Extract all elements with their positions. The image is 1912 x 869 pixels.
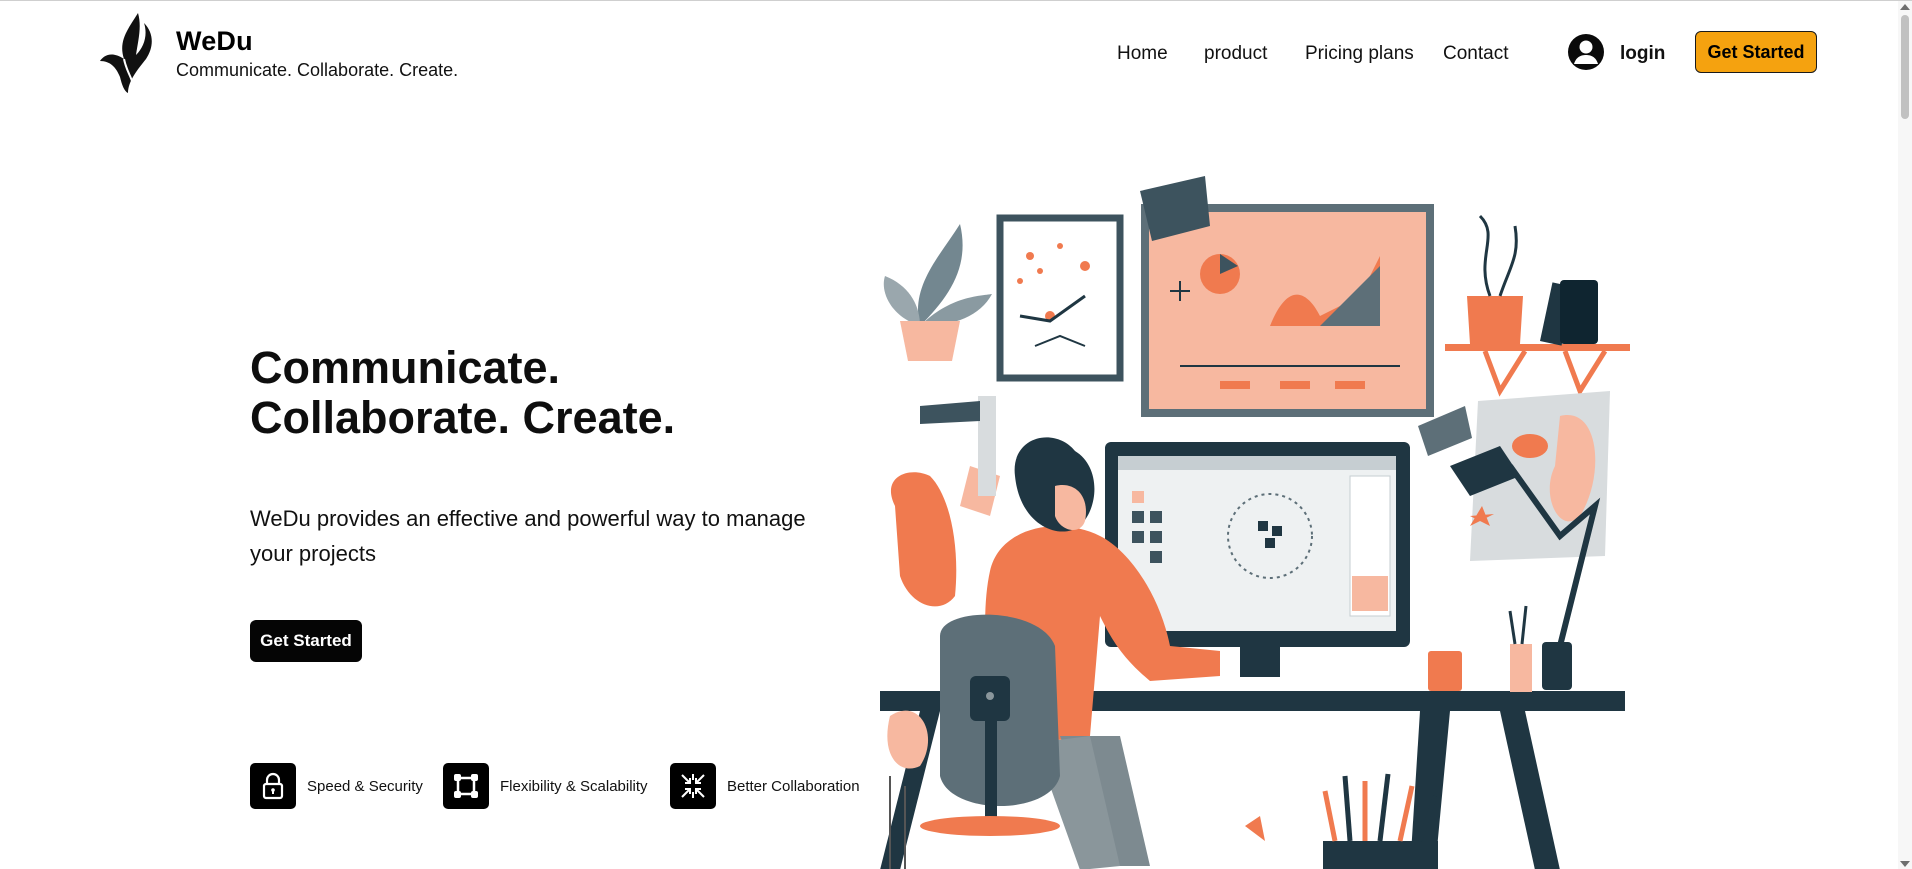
- collapse-arrows-icon: [670, 763, 716, 809]
- nav-product-link[interactable]: product: [1204, 43, 1267, 65]
- feature-better-collaboration: Better Collaboration: [670, 763, 860, 809]
- hero-subtitle: WeDu provides an effective and powerful …: [250, 506, 806, 566]
- nav-home-link[interactable]: Home: [1117, 43, 1168, 65]
- header-get-started-button[interactable]: Get Started: [1695, 31, 1817, 73]
- scroll-up-arrow-icon[interactable]: [1900, 4, 1910, 10]
- brand-tagline: Communicate. Collaborate. Create.: [176, 60, 459, 80]
- feature-flexibility-scalability: Flexibility & Scalability: [443, 763, 648, 809]
- feature-label: Flexibility & Scalability: [500, 777, 648, 795]
- designer-at-desk-illustration: [880, 176, 1630, 869]
- hero-title-line-1: Communicate.: [250, 342, 561, 393]
- page-scrollbar[interactable]: [1898, 1, 1912, 869]
- frame-icon: [443, 763, 489, 809]
- hero-get-started-button[interactable]: Get Started: [250, 620, 362, 662]
- hero-title-line-2: Collaborate. Create.: [250, 392, 676, 443]
- feature-label: Speed & Security: [307, 777, 423, 795]
- feature-label: Better Collaboration: [727, 777, 860, 795]
- nav-contact-link[interactable]: Contact: [1443, 43, 1508, 65]
- hero-title: Communicate. Collaborate. Create.: [250, 343, 675, 443]
- lock-icon: [250, 763, 296, 809]
- feature-speed-security: Speed & Security: [250, 763, 423, 809]
- scroll-down-arrow-icon[interactable]: [1900, 861, 1910, 867]
- flame-logo-icon[interactable]: [98, 11, 156, 93]
- user-circle-icon[interactable]: [1567, 33, 1605, 71]
- login-link[interactable]: login: [1620, 43, 1665, 65]
- brand-name[interactable]: WeDu: [176, 26, 253, 57]
- scrollbar-thumb[interactable]: [1901, 15, 1909, 119]
- nav-pricing-link[interactable]: Pricing plans: [1305, 43, 1414, 65]
